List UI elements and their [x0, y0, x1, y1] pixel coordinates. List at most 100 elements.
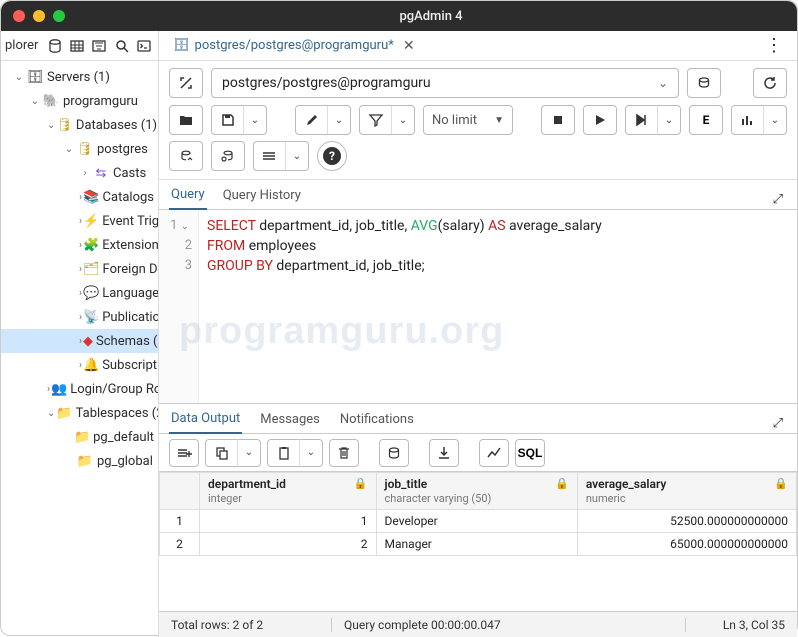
- explain-analyze-button[interactable]: E: [689, 105, 723, 135]
- explain-button[interactable]: ⌄: [625, 105, 681, 135]
- help-button[interactable]: ?: [317, 141, 347, 171]
- chevron-down-icon[interactable]: ⌄: [244, 106, 266, 134]
- tab-menu-icon[interactable]: ⋮: [761, 35, 787, 56]
- tree-casts[interactable]: ›⇆Casts: [1, 161, 158, 185]
- sidebar-table-icon[interactable]: [67, 34, 87, 58]
- table-row[interactable]: 2 2 Manager 65000.000000000000: [160, 533, 797, 556]
- sql-editor[interactable]: 1 ⌄ 2 3 SELECT department_id, job_title,…: [159, 210, 797, 404]
- open-file-button[interactable]: [169, 105, 203, 135]
- macro-button[interactable]: ⌄: [253, 141, 309, 171]
- window-controls[interactable]: [13, 10, 65, 22]
- tree-event-triggers[interactable]: ›⚡Event Triggers: [1, 209, 158, 233]
- catalogs-icon: 📚: [83, 190, 99, 205]
- lock-icon: 🔒: [555, 477, 569, 490]
- query-subtabs: Query Query History ⤢: [159, 180, 797, 210]
- connection-label: postgres/postgres@programguru: [222, 75, 431, 91]
- tree-login-roles[interactable]: ›👥Login/Group Roles: [1, 377, 158, 401]
- tree-subscriptions[interactable]: ›🔔Subscriptions: [1, 353, 158, 377]
- editor-tabbar: 🗄 postgres/postgres@programguru* ✕ ⋮: [159, 31, 797, 61]
- chevron-down-icon[interactable]: ⌄: [286, 142, 308, 170]
- col-department-id[interactable]: department_id🔒integer: [200, 473, 377, 510]
- tree-databases[interactable]: ⌄🛢Databases (1): [1, 113, 158, 137]
- chevron-down-icon[interactable]: ⌄: [392, 106, 414, 134]
- expand-icon[interactable]: ⤢: [769, 190, 787, 209]
- limit-label: No limit: [432, 113, 477, 128]
- table-row[interactable]: 1 1 Developer 52500.000000000000: [160, 510, 797, 533]
- sidebar-search-icon[interactable]: [111, 34, 131, 58]
- save-data-button[interactable]: [379, 439, 409, 467]
- close-window-icon[interactable]: [13, 10, 25, 22]
- chevron-down-icon[interactable]: ⌄: [328, 106, 350, 134]
- title-bar: pgAdmin 4: [1, 1, 797, 31]
- maximize-window-icon[interactable]: [53, 10, 65, 22]
- extensions-icon: 🧩: [83, 238, 99, 253]
- tree-ts-default[interactable]: 📁pg_default: [1, 425, 158, 449]
- code-area[interactable]: SELECT department_id, job_title, AVG(sal…: [199, 210, 797, 403]
- chart-button[interactable]: ⌄: [731, 105, 787, 135]
- edit-button[interactable]: ⌄: [295, 105, 351, 135]
- tab-messages[interactable]: Messages: [258, 406, 322, 433]
- folder-icon: 📁: [74, 430, 90, 445]
- chevron-down-icon[interactable]: ⌄: [764, 106, 786, 134]
- sidebar-db-icon[interactable]: [44, 34, 64, 58]
- download-button[interactable]: [429, 439, 459, 467]
- object-tree: ⌄🗄Servers (1) ⌄🐘programguru ⌄🛢Databases …: [1, 61, 158, 637]
- tab-query-history[interactable]: Query History: [221, 182, 303, 209]
- connection-status-icon[interactable]: [169, 68, 203, 98]
- sidebar-toolbar: plorer: [1, 31, 158, 61]
- chevron-down-icon[interactable]: ⌄: [238, 439, 260, 467]
- connection-select[interactable]: postgres/postgres@programguru ⌄: [211, 68, 679, 98]
- new-connection-button[interactable]: [687, 68, 721, 98]
- tab-query[interactable]: Query: [169, 181, 207, 210]
- result-toolbar: ⌄ ⌄ SQL: [159, 434, 797, 472]
- view-sql-button[interactable]: SQL: [515, 439, 545, 467]
- database-icon: 🛢: [56, 118, 73, 133]
- row-number-header: [160, 473, 200, 510]
- tab-notifications[interactable]: Notifications: [338, 406, 416, 433]
- query-toolbar: ⌄ ⌄ ⌄ No limit ▼ ⌄ E: [159, 105, 797, 141]
- limit-select[interactable]: No limit ▼: [423, 105, 513, 135]
- execute-button[interactable]: [583, 105, 617, 135]
- tree-fdw[interactable]: ›🗂Foreign Data W: [1, 257, 158, 281]
- chevron-down-icon[interactable]: ⌄: [300, 439, 322, 467]
- col-average-salary[interactable]: average_salary🔒numeric: [577, 473, 796, 510]
- tab-data-output[interactable]: Data Output: [169, 405, 242, 434]
- sidebar-terminal-icon[interactable]: [134, 34, 154, 58]
- commit-button[interactable]: [169, 141, 203, 171]
- sidebar-filter-icon[interactable]: [89, 34, 109, 58]
- stop-button[interactable]: [541, 105, 575, 135]
- tree-catalogs[interactable]: ›📚Catalogs: [1, 185, 158, 209]
- tree-tablespaces[interactable]: ⌄📁Tablespaces (2): [1, 401, 158, 425]
- database-icon: 🗄: [173, 38, 190, 53]
- tree-servers[interactable]: ⌄🗄Servers (1): [1, 65, 158, 89]
- tree-extensions[interactable]: ›🧩Extensions: [1, 233, 158, 257]
- save-button[interactable]: ⌄: [211, 105, 267, 135]
- subscriptions-icon: 🔔: [83, 358, 99, 373]
- result-grid[interactable]: department_id🔒integer job_title🔒characte…: [159, 472, 797, 556]
- tab-label: postgres/postgres@programguru*: [195, 38, 394, 53]
- chevron-down-icon: ▼: [494, 115, 504, 126]
- filter-button[interactable]: ⌄: [359, 105, 415, 135]
- schemas-icon: ◆: [83, 334, 93, 349]
- copy-button[interactable]: ⌄: [205, 439, 261, 467]
- tree-publications[interactable]: ›📡Publications: [1, 305, 158, 329]
- paste-button[interactable]: ⌄: [267, 439, 323, 467]
- chevron-down-icon[interactable]: ⌄: [658, 106, 680, 134]
- add-row-button[interactable]: [169, 439, 199, 467]
- close-tab-icon[interactable]: ✕: [403, 38, 415, 54]
- minimize-window-icon[interactable]: [33, 10, 45, 22]
- status-query-time: Query complete 00:00:00.047: [331, 618, 685, 632]
- delete-row-button[interactable]: [329, 439, 359, 467]
- expand-icon[interactable]: ⤢: [769, 414, 787, 433]
- rollback-button[interactable]: [211, 141, 245, 171]
- tree-db-postgres[interactable]: ⌄🛢postgres: [1, 137, 158, 161]
- editor-tab[interactable]: 🗄 postgres/postgres@programguru* ✕: [169, 38, 419, 54]
- tree-languages[interactable]: ›💬Languages: [1, 281, 158, 305]
- line-gutter: 1 ⌄ 2 3: [159, 210, 199, 403]
- tree-server[interactable]: ⌄🐘programguru: [1, 89, 158, 113]
- tree-ts-global[interactable]: 📁pg_global: [1, 449, 158, 473]
- tree-schemas[interactable]: ›◆Schemas (1): [1, 329, 158, 353]
- reset-layout-button[interactable]: [753, 68, 787, 98]
- col-job-title[interactable]: job_title🔒character varying (50): [376, 473, 577, 510]
- graph-button[interactable]: [479, 439, 509, 467]
